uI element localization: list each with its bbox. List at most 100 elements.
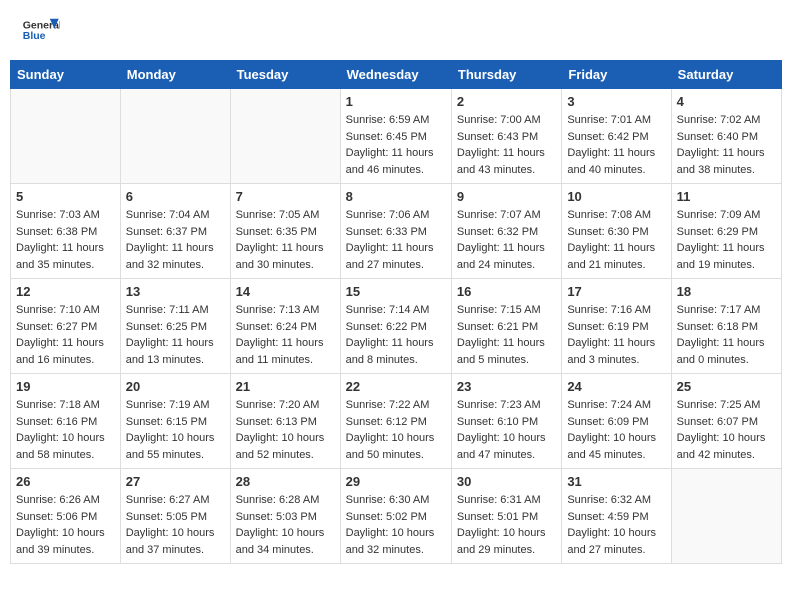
day-number: 18 [677,284,776,299]
calendar-cell: 27Sunrise: 6:27 AM Sunset: 5:05 PM Dayli… [120,469,230,564]
day-info: Sunrise: 7:13 AM Sunset: 6:24 PM Dayligh… [236,302,335,368]
calendar-cell: 2Sunrise: 7:00 AM Sunset: 6:43 PM Daylig… [451,89,561,184]
day-number: 3 [567,94,665,109]
day-info: Sunrise: 7:06 AM Sunset: 6:33 PM Dayligh… [346,207,446,273]
day-info: Sunrise: 7:11 AM Sunset: 6:25 PM Dayligh… [126,302,225,368]
day-info: Sunrise: 7:09 AM Sunset: 6:29 PM Dayligh… [677,207,776,273]
day-number: 17 [567,284,665,299]
day-info: Sunrise: 6:31 AM Sunset: 5:01 PM Dayligh… [457,492,556,558]
day-info: Sunrise: 7:01 AM Sunset: 6:42 PM Dayligh… [567,112,665,178]
weekday-header-monday: Monday [120,61,230,89]
calendar-cell: 1 Sunrise: 6:59 AM Sunset: 6:45 PM Daylig… [340,89,451,184]
day-number: 1 [346,94,446,109]
day-number: 19 [16,379,115,394]
calendar-cell: 9 Sunrise: 7:07 AM Sunset: 6:32 PM Daylig… [451,184,561,279]
day-number: 20 [126,379,225,394]
page-header: General Blue [10,10,782,50]
weekday-header-row: SundayMondayTuesdayWednesdayThursdayFrid… [11,61,782,89]
calendar-cell [230,89,340,184]
calendar-cell: 10Sunrise: 7:08 AM Sunset: 6:30 PM Dayli… [562,184,671,279]
calendar-cell [671,469,781,564]
logo-icon: General Blue [20,15,60,45]
day-number: 15 [346,284,446,299]
day-number: 12 [16,284,115,299]
calendar-cell: 12 Sunrise: 7:10 AM Sunset: 6:27 PM Dayli… [11,279,121,374]
day-number: 13 [126,284,225,299]
calendar-cell: 16 Sunrise: 7:15 AM Sunset: 6:21 PM Dayli… [451,279,561,374]
day-number: 6 [126,189,225,204]
day-info: Sunrise: 7:20 AM Sunset: 6:13 PM Dayligh… [236,397,335,463]
calendar-cell: 29Sunrise: 6:30 AM Sunset: 5:02 PM Dayli… [340,469,451,564]
day-info: Sunrise: 7:15 AM Sunset: 6:21 PM Dayligh… [457,302,556,368]
day-number: 31 [567,474,665,489]
calendar-cell: 18 Sunrise: 7:17 AM Sunset: 6:18 PM Dayli… [671,279,781,374]
calendar-cell: 26 Sunrise: 6:26 AM Sunset: 5:06 PM Dayli… [11,469,121,564]
weekday-header-saturday: Saturday [671,61,781,89]
day-info: Sunrise: 7:23 AM Sunset: 6:10 PM Dayligh… [457,397,556,463]
weekday-header-wednesday: Wednesday [340,61,451,89]
calendar-cell: 15 Sunrise: 7:14 AM Sunset: 6:22 PM Dayli… [340,279,451,374]
day-number: 25 [677,379,776,394]
day-info: Sunrise: 7:22 AM Sunset: 6:12 PM Dayligh… [346,397,446,463]
day-number: 22 [346,379,446,394]
calendar-cell: 30 Sunrise: 6:31 AM Sunset: 5:01 PM Dayli… [451,469,561,564]
day-number: 14 [236,284,335,299]
calendar-cell: 11Sunrise: 7:09 AM Sunset: 6:29 PM Dayli… [671,184,781,279]
week-row-3: 12 Sunrise: 7:10 AM Sunset: 6:27 PM Dayli… [11,279,782,374]
day-number: 5 [16,189,115,204]
calendar-cell: 17 Sunrise: 7:16 AM Sunset: 6:19 PM Dayli… [562,279,671,374]
week-row-1: 1 Sunrise: 6:59 AM Sunset: 6:45 PM Daylig… [11,89,782,184]
calendar-cell: 25 Sunrise: 7:25 AM Sunset: 6:07 PM Dayli… [671,374,781,469]
weekday-header-tuesday: Tuesday [230,61,340,89]
week-row-5: 26 Sunrise: 6:26 AM Sunset: 5:06 PM Dayli… [11,469,782,564]
weekday-header-sunday: Sunday [11,61,121,89]
day-info: Sunrise: 6:28 AM Sunset: 5:03 PM Dayligh… [236,492,335,558]
day-info: Sunrise: 7:16 AM Sunset: 6:19 PM Dayligh… [567,302,665,368]
day-number: 23 [457,379,556,394]
calendar-cell: 22 Sunrise: 7:22 AM Sunset: 6:12 PM Dayli… [340,374,451,469]
weekday-header-friday: Friday [562,61,671,89]
logo: General Blue [20,15,62,45]
day-number: 7 [236,189,335,204]
calendar-cell: 21 Sunrise: 7:20 AM Sunset: 6:13 PM Dayli… [230,374,340,469]
calendar-cell: 24Sunrise: 7:24 AM Sunset: 6:09 PM Dayli… [562,374,671,469]
day-info: Sunrise: 6:59 AM Sunset: 6:45 PM Dayligh… [346,112,446,178]
calendar-cell: 23 Sunrise: 7:23 AM Sunset: 6:10 PM Dayli… [451,374,561,469]
day-number: 9 [457,189,556,204]
day-number: 16 [457,284,556,299]
day-info: Sunrise: 7:18 AM Sunset: 6:16 PM Dayligh… [16,397,115,463]
calendar-cell: 7 Sunrise: 7:05 AM Sunset: 6:35 PM Daylig… [230,184,340,279]
week-row-2: 5Sunrise: 7:03 AM Sunset: 6:38 PM Daylig… [11,184,782,279]
calendar-cell: 31 Sunrise: 6:32 AM Sunset: 4:59 PM Dayli… [562,469,671,564]
day-info: Sunrise: 7:14 AM Sunset: 6:22 PM Dayligh… [346,302,446,368]
day-number: 4 [677,94,776,109]
day-number: 30 [457,474,556,489]
day-number: 26 [16,474,115,489]
day-number: 8 [346,189,446,204]
day-info: Sunrise: 7:05 AM Sunset: 6:35 PM Dayligh… [236,207,335,273]
day-info: Sunrise: 7:04 AM Sunset: 6:37 PM Dayligh… [126,207,225,273]
day-info: Sunrise: 6:30 AM Sunset: 5:02 PM Dayligh… [346,492,446,558]
day-info: Sunrise: 7:02 AM Sunset: 6:40 PM Dayligh… [677,112,776,178]
day-info: Sunrise: 7:17 AM Sunset: 6:18 PM Dayligh… [677,302,776,368]
day-info: Sunrise: 7:25 AM Sunset: 6:07 PM Dayligh… [677,397,776,463]
day-info: Sunrise: 6:32 AM Sunset: 4:59 PM Dayligh… [567,492,665,558]
calendar-cell: 14 Sunrise: 7:13 AM Sunset: 6:24 PM Dayli… [230,279,340,374]
calendar-table: SundayMondayTuesdayWednesdayThursdayFrid… [10,60,782,564]
day-number: 10 [567,189,665,204]
day-info: Sunrise: 7:19 AM Sunset: 6:15 PM Dayligh… [126,397,225,463]
day-info: Sunrise: 7:10 AM Sunset: 6:27 PM Dayligh… [16,302,115,368]
day-info: Sunrise: 6:26 AM Sunset: 5:06 PM Dayligh… [16,492,115,558]
calendar-cell: 20 Sunrise: 7:19 AM Sunset: 6:15 PM Dayli… [120,374,230,469]
calendar-cell [120,89,230,184]
calendar-cell: 3 Sunrise: 7:01 AM Sunset: 6:42 PM Daylig… [562,89,671,184]
svg-text:Blue: Blue [23,30,46,42]
day-info: Sunrise: 6:27 AM Sunset: 5:05 PM Dayligh… [126,492,225,558]
day-number: 28 [236,474,335,489]
day-number: 21 [236,379,335,394]
calendar-cell: 4 Sunrise: 7:02 AM Sunset: 6:40 PM Daylig… [671,89,781,184]
day-info: Sunrise: 7:07 AM Sunset: 6:32 PM Dayligh… [457,207,556,273]
day-number: 2 [457,94,556,109]
weekday-header-thursday: Thursday [451,61,561,89]
day-info: Sunrise: 7:24 AM Sunset: 6:09 PM Dayligh… [567,397,665,463]
